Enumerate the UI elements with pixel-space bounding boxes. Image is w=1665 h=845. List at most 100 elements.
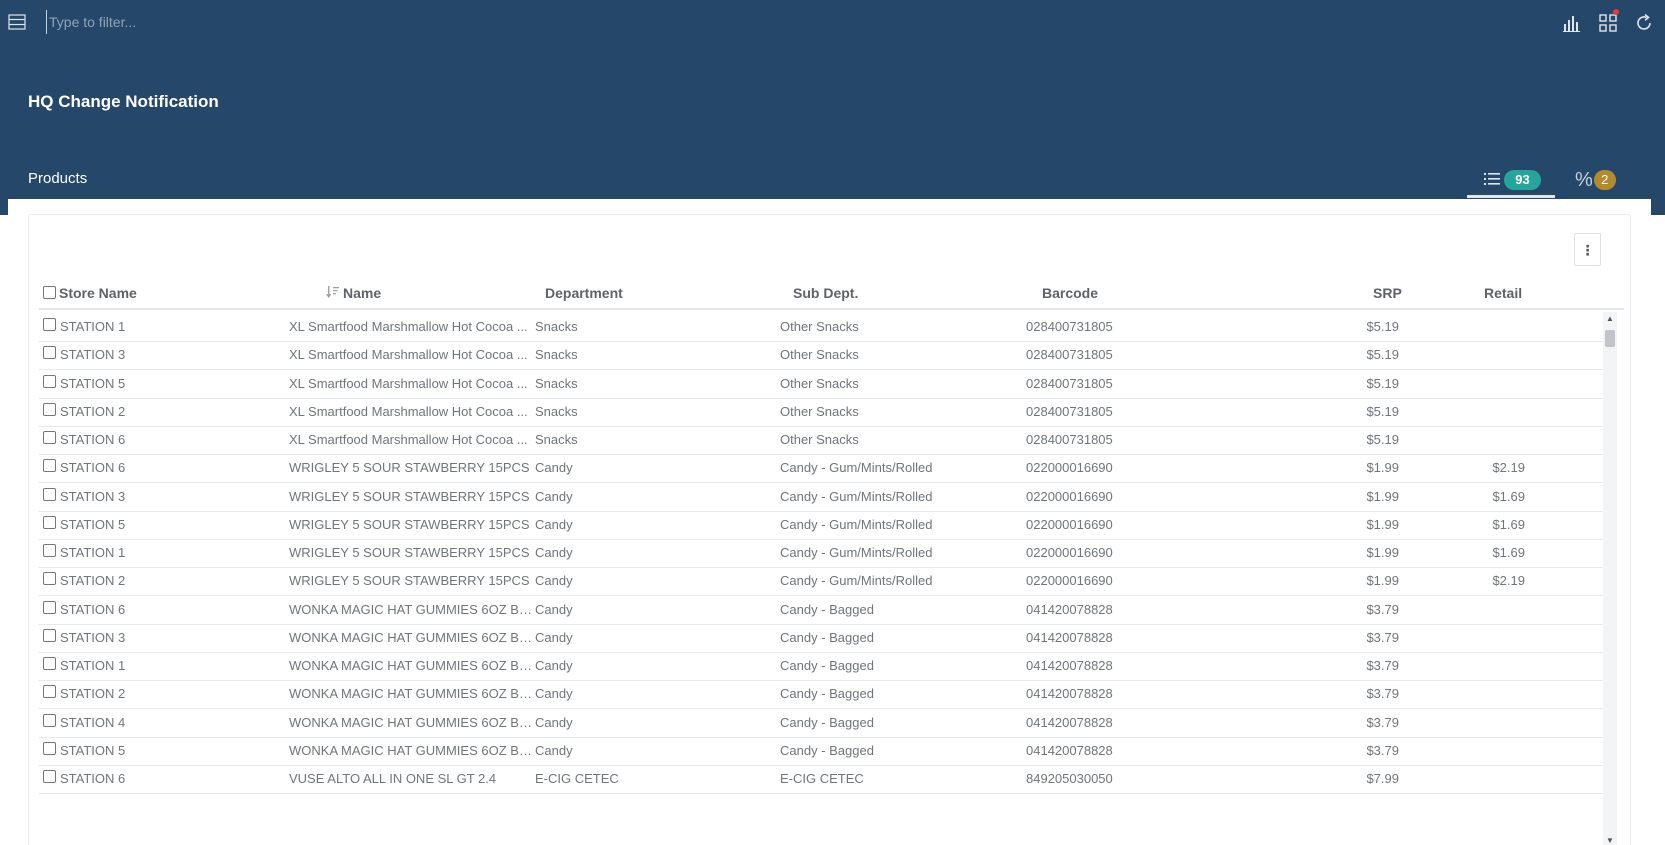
cell-product-name: XL Smartfood Marshmallow Hot Cocoa ...	[289, 319, 528, 334]
table-row[interactable]: STATION 2 WRIGLEY 5 SOUR STAWBERRY 15PCS C…	[39, 566, 1604, 597]
table-row[interactable]: STATION 4 WONKA MAGIC HAT GUMMIES 6OZ BAG…	[39, 708, 1604, 738]
cell-sub-dept: Candy - Gum/Mints/Rolled	[780, 573, 933, 589]
scrollbar-thumb[interactable]	[1605, 330, 1615, 347]
table-body: STATION 1 XL Smartfood Marshmallow Hot Co…	[39, 312, 1604, 845]
table-row[interactable]: STATION 1 XL Smartfood Marshmallow Hot Co…	[39, 312, 1604, 342]
table-row[interactable]: STATION 1 WONKA MAGIC HAT GUMMIES 6OZ BAG…	[39, 651, 1604, 681]
bar-chart-icon[interactable]	[1561, 12, 1583, 34]
cell-sub-dept: Candy - Gum/Mints/Rolled	[780, 460, 933, 476]
content-panel: ⋮ Store Name Name Department Sub Dept. B…	[8, 199, 1651, 845]
cell-product-name: WRIGLEY 5 SOUR STAWBERRY 15PCS	[289, 488, 530, 504]
table-row[interactable]: STATION 5 XL Smartfood Marshmallow Hot Co…	[39, 369, 1604, 399]
section-title: Products	[28, 170, 88, 187]
cell-srp: $3.79	[1366, 601, 1399, 617]
table-row[interactable]: STATION 6 WONKA MAGIC HAT GUMMIES 6OZ BAG…	[39, 595, 1604, 625]
row-checkbox[interactable]	[43, 346, 56, 360]
row-checkbox[interactable]	[43, 459, 56, 473]
table-row[interactable]: STATION 6 WRIGLEY 5 SOUR STAWBERRY 15PCS C…	[39, 453, 1604, 484]
cell-store-name: STATION 1	[60, 658, 126, 673]
column-header-sub-dept[interactable]: Sub Dept.	[793, 285, 858, 301]
cell-barcode: 041420078828	[1026, 658, 1113, 673]
cell-srp: $1.99	[1366, 460, 1399, 476]
cell-retail: $1.69	[1492, 545, 1525, 560]
cell-sub-dept: Candy - Bagged	[780, 742, 874, 758]
scroll-up-arrow-icon[interactable]: ▲	[1603, 312, 1617, 326]
table-row[interactable]: STATION 1 WRIGLEY 5 SOUR STAWBERRY 15PCS C…	[39, 538, 1604, 568]
cell-retail: $2.19	[1492, 573, 1525, 589]
row-checkbox[interactable]	[43, 318, 56, 331]
cell-srp: $5.19	[1366, 319, 1399, 334]
cell-store-name: STATION 5	[60, 742, 126, 758]
tab-products-list[interactable]: 93	[1467, 166, 1555, 198]
cell-department: Candy	[535, 488, 573, 504]
table-row[interactable]: STATION 6 XL Smartfood Marshmallow Hot Co…	[39, 425, 1604, 455]
cell-retail: $2.19	[1492, 460, 1525, 476]
row-checkbox[interactable]	[43, 685, 56, 699]
sort-descending-icon[interactable]	[326, 285, 340, 299]
cell-sub-dept: Candy - Gum/Mints/Rolled	[780, 488, 933, 504]
table-scrollbar[interactable]: ▲ ▼	[1603, 312, 1617, 845]
row-checkbox[interactable]	[43, 741, 56, 755]
column-header-name[interactable]: Name	[343, 285, 381, 301]
table-row[interactable]: STATION 5 WONKA MAGIC HAT GUMMIES 6OZ BAG…	[39, 736, 1604, 766]
cell-product-name: WONKA MAGIC HAT GUMMIES 6OZ BAG	[289, 629, 535, 645]
scroll-down-arrow-icon[interactable]: ▼	[1603, 834, 1617, 845]
row-checkbox[interactable]	[43, 657, 56, 670]
row-checkbox[interactable]	[43, 374, 56, 388]
list-icon	[1484, 173, 1500, 185]
cell-srp: $7.99	[1366, 771, 1399, 786]
cell-barcode: 022000016690	[1026, 488, 1113, 504]
row-checkbox[interactable]	[43, 600, 56, 614]
cell-store-name: STATION 5	[60, 516, 126, 532]
cell-barcode: 022000016690	[1026, 573, 1113, 589]
grid-apps-icon[interactable]	[1597, 9, 1619, 34]
page-title: HQ Change Notification	[28, 92, 219, 111]
column-header-barcode[interactable]: Barcode	[1042, 285, 1098, 301]
select-all-checkbox[interactable]	[43, 286, 56, 299]
cell-department: Snacks	[535, 375, 578, 391]
cell-store-name: STATION 6	[60, 460, 126, 476]
cell-department: Candy	[535, 516, 573, 532]
hamburger-menu-icon[interactable]	[8, 14, 26, 30]
cell-department: Snacks	[535, 432, 578, 447]
cell-sub-dept: Candy - Bagged	[780, 601, 874, 617]
table-row[interactable]: STATION 2 XL Smartfood Marshmallow Hot Co…	[39, 397, 1604, 427]
table-row[interactable]: STATION 5 WRIGLEY 5 SOUR STAWBERRY 15PCS C…	[39, 510, 1604, 540]
row-checkbox[interactable]	[43, 515, 56, 529]
table-row[interactable]: STATION 3 XL Smartfood Marshmallow Hot Co…	[39, 340, 1604, 371]
discounts-count-badge: 2	[1593, 170, 1616, 190]
cell-store-name: STATION 2	[60, 403, 126, 419]
refresh-icon[interactable]	[1633, 12, 1655, 34]
row-checkbox[interactable]	[43, 431, 56, 444]
column-header-store-name[interactable]: Store Name	[59, 285, 137, 301]
row-checkbox[interactable]	[43, 713, 56, 727]
cell-srp: $1.99	[1366, 545, 1399, 560]
cell-store-name: STATION 6	[60, 771, 126, 786]
column-header-department[interactable]: Department	[545, 285, 623, 301]
row-checkbox[interactable]	[43, 628, 56, 642]
column-header-srp[interactable]: SRP	[1373, 285, 1402, 301]
more-options-button[interactable]: ⋮	[1574, 233, 1601, 266]
cell-srp: $5.19	[1366, 347, 1399, 363]
cell-sub-dept: Candy - Bagged	[780, 658, 874, 673]
cell-barcode: 028400731805	[1026, 432, 1113, 447]
row-checkbox[interactable]	[43, 572, 56, 586]
cell-barcode: 028400731805	[1026, 375, 1113, 391]
cell-product-name: XL Smartfood Marshmallow Hot Cocoa ...	[289, 375, 528, 391]
table-row[interactable]: STATION 6 VUSE ALTO ALL IN ONE SL GT 2.4 E…	[39, 764, 1604, 794]
row-checkbox[interactable]	[43, 544, 56, 557]
cell-store-name: STATION 2	[60, 686, 126, 702]
tab-discounts[interactable]: % 2	[1575, 166, 1621, 198]
table-row[interactable]: STATION 3 WRIGLEY 5 SOUR STAWBERRY 15PCS C…	[39, 482, 1604, 512]
filter-input[interactable]	[46, 10, 646, 34]
row-checkbox[interactable]	[43, 770, 56, 783]
cell-product-name: XL Smartfood Marshmallow Hot Cocoa ...	[289, 432, 528, 447]
table-row[interactable]: STATION 3 WONKA MAGIC HAT GUMMIES 6OZ BAG…	[39, 623, 1604, 653]
table-row[interactable]: STATION 2 WONKA MAGIC HAT GUMMIES 6OZ BAG…	[39, 679, 1604, 710]
cell-product-name: WONKA MAGIC HAT GUMMIES 6OZ BAG	[289, 601, 535, 617]
cell-department: Candy	[535, 545, 573, 560]
cell-store-name: STATION 1	[60, 545, 126, 560]
row-checkbox[interactable]	[43, 402, 56, 416]
column-header-retail[interactable]: Retail	[1484, 285, 1522, 301]
row-checkbox[interactable]	[43, 487, 56, 501]
